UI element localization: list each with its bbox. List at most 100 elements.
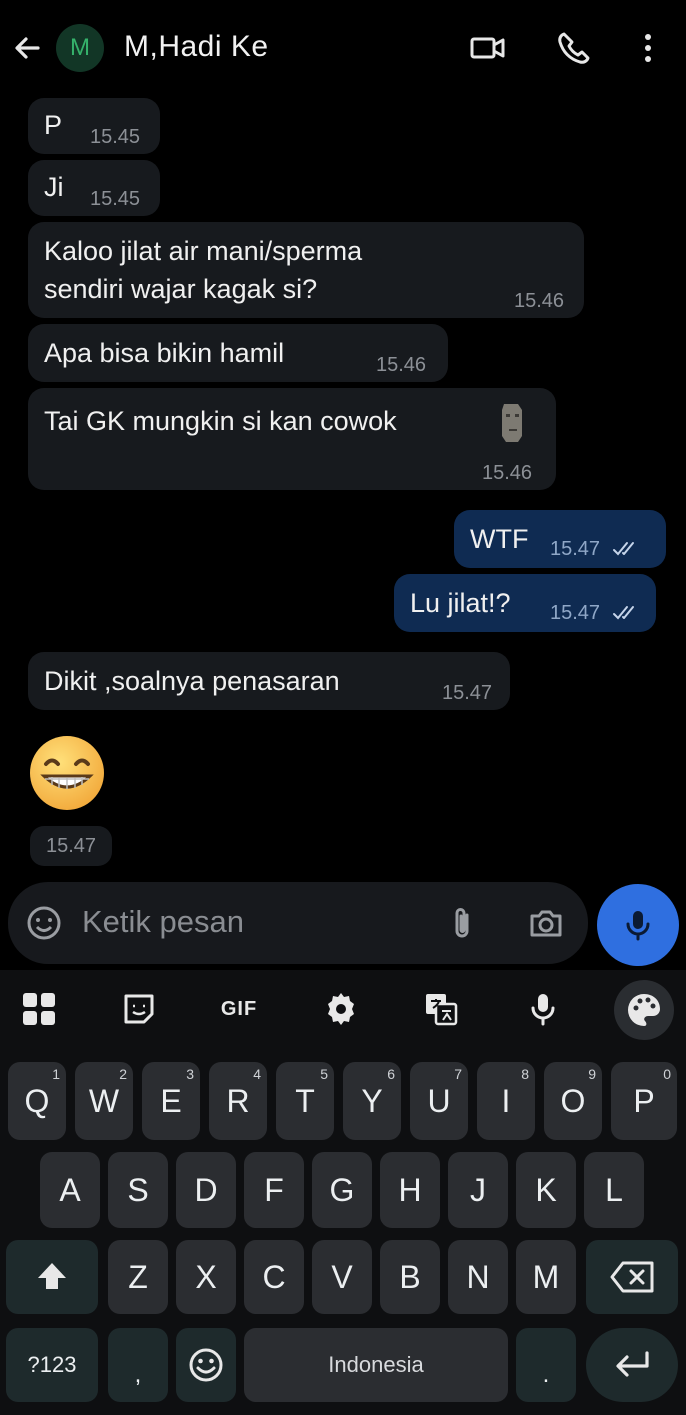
key-label: X: [195, 1258, 217, 1295]
message-time: 15.46: [376, 354, 427, 376]
message-incoming[interactable]: Kaloo jilat air mani/sperma sendiri waja…: [28, 222, 584, 318]
key-y[interactable]: Y6: [343, 1062, 401, 1140]
message-outgoing[interactable]: Lu jilat!? 15.47: [394, 574, 656, 632]
key-label: P: [633, 1082, 655, 1119]
back-arrow-icon[interactable]: [8, 28, 48, 68]
attach-icon[interactable]: [442, 903, 482, 943]
theme-palette-icon[interactable]: [614, 980, 674, 1040]
contact-avatar[interactable]: M: [56, 24, 104, 72]
key-label: .: [542, 1361, 550, 1388]
message-time: 15.47: [442, 682, 493, 704]
sticker-icon[interactable]: [118, 988, 160, 1030]
key-hint: 0: [663, 1066, 671, 1082]
message-incoming[interactable]: Apa bisa bikin hamil 15.46: [28, 324, 448, 382]
key-label: F: [264, 1171, 284, 1208]
key-c[interactable]: C: [244, 1240, 304, 1314]
contact-name[interactable]: M,Hadi Ke: [124, 30, 269, 64]
smiley-icon: [189, 1348, 223, 1382]
key-hint: 4: [253, 1066, 261, 1082]
translate-icon[interactable]: [420, 988, 462, 1030]
message-text: Ji: [44, 172, 64, 202]
key-label: I: [501, 1082, 511, 1119]
key-l[interactable]: L: [584, 1152, 644, 1228]
settings-gear-icon[interactable]: [320, 988, 362, 1030]
message-incoming[interactable]: Tai GK mungkin si kan cowok 15.46: [28, 388, 556, 490]
key-x[interactable]: X: [176, 1240, 236, 1314]
key-u[interactable]: U7: [410, 1062, 468, 1140]
key-n[interactable]: N: [448, 1240, 508, 1314]
camera-icon[interactable]: [526, 903, 566, 943]
space-bar[interactable]: Indonesia: [244, 1328, 508, 1402]
key-t[interactable]: T5: [276, 1062, 334, 1140]
key-g[interactable]: G: [312, 1152, 372, 1228]
key-b[interactable]: B: [380, 1240, 440, 1314]
key-r[interactable]: R4: [209, 1062, 267, 1140]
key-d[interactable]: D: [176, 1152, 236, 1228]
key-label: A: [59, 1171, 81, 1208]
backspace-key[interactable]: [586, 1240, 678, 1314]
period-key[interactable]: .: [516, 1328, 576, 1402]
key-label: B: [399, 1258, 421, 1295]
apps-grid-icon[interactable]: [18, 988, 60, 1030]
symbols-key[interactable]: ?123: [6, 1328, 98, 1402]
voice-typing-mic-icon[interactable]: [522, 988, 564, 1030]
key-label: V: [331, 1258, 353, 1295]
voice-record-button[interactable]: [597, 884, 679, 966]
message-incoming[interactable]: Ji 15.45: [28, 160, 160, 216]
key-label: T: [295, 1082, 315, 1119]
emoji-key[interactable]: [176, 1328, 236, 1402]
enter-arrow-icon: [616, 1351, 649, 1377]
message-outgoing[interactable]: WTF 15.47: [454, 510, 666, 568]
key-s[interactable]: S: [108, 1152, 168, 1228]
message-time: 15.47: [550, 602, 601, 624]
key-a[interactable]: A: [40, 1152, 100, 1228]
message-input[interactable]: Ketik pesan: [8, 882, 588, 964]
key-hint: 5: [320, 1066, 328, 1082]
key-e[interactable]: E3: [142, 1062, 200, 1140]
key-w[interactable]: W2: [75, 1062, 133, 1140]
key-label: Y: [361, 1082, 383, 1119]
sticker-emoji-icon[interactable]: [24, 903, 64, 943]
key-label: W: [88, 1082, 120, 1119]
grinning-emoji-icon[interactable]: [28, 734, 106, 812]
key-hint: 2: [119, 1066, 127, 1082]
shift-key[interactable]: [6, 1240, 98, 1314]
more-options-icon[interactable]: [628, 28, 668, 68]
key-label: H: [398, 1171, 422, 1208]
key-z[interactable]: Z: [108, 1240, 168, 1314]
key-label: Q: [24, 1082, 50, 1119]
key-label: O: [560, 1082, 586, 1119]
key-i[interactable]: I8: [477, 1062, 535, 1140]
key-label: N: [466, 1258, 490, 1295]
message-incoming[interactable]: P 15.45: [28, 98, 160, 154]
key-label: K: [535, 1171, 557, 1208]
video-call-icon[interactable]: [468, 28, 508, 68]
message-time: 15.46: [514, 290, 565, 312]
key-hint: 6: [387, 1066, 395, 1082]
shift-arrow-icon: [38, 1263, 66, 1289]
key-p[interactable]: P0: [611, 1062, 677, 1140]
message-time: 15.47: [550, 538, 601, 560]
gif-label: GIF: [220, 997, 258, 1020]
comma-key[interactable]: ,: [108, 1328, 168, 1402]
key-m[interactable]: M: [516, 1240, 576, 1314]
key-f[interactable]: F: [244, 1152, 304, 1228]
key-j[interactable]: J: [448, 1152, 508, 1228]
key-label: D: [194, 1171, 218, 1208]
message-text: Lu jilat!?: [410, 588, 511, 618]
key-hint: 8: [521, 1066, 529, 1082]
gif-button[interactable]: GIF: [218, 988, 260, 1030]
key-q[interactable]: Q1: [8, 1062, 66, 1140]
key-hint: 7: [454, 1066, 462, 1082]
key-o[interactable]: O9: [544, 1062, 602, 1140]
voice-call-icon[interactable]: [554, 28, 594, 68]
key-k[interactable]: K: [516, 1152, 576, 1228]
message-incoming[interactable]: Dikit ,soalnya penasaran 15.47: [28, 652, 510, 710]
message-placeholder: Ketik pesan: [82, 904, 244, 939]
key-label: U: [427, 1082, 451, 1119]
key-h[interactable]: H: [380, 1152, 440, 1228]
key-label: ?123: [27, 1352, 77, 1377]
enter-key[interactable]: [586, 1328, 678, 1402]
key-label: ,: [134, 1361, 142, 1388]
key-v[interactable]: V: [312, 1240, 372, 1314]
